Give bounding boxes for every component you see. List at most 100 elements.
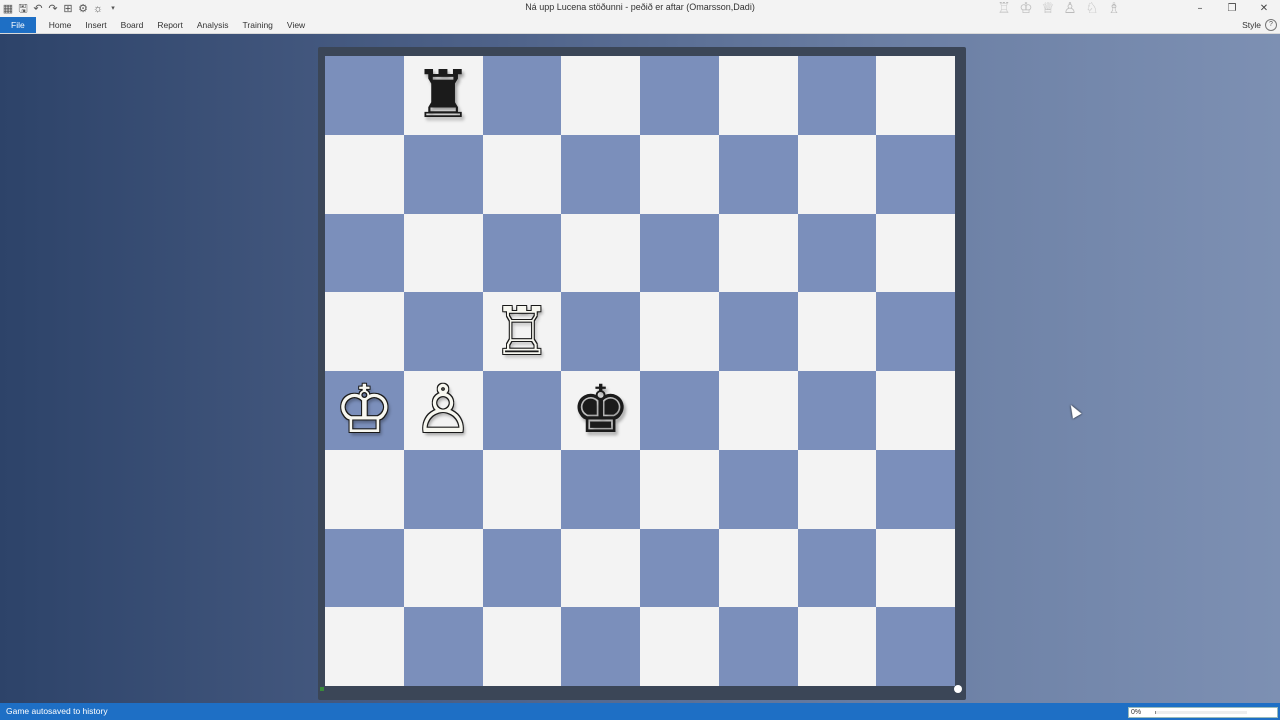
square-g7[interactable] [797,134,877,214]
tab-report[interactable]: Report [150,17,190,33]
black-king-d4[interactable]: ♚ [571,375,630,445]
square-c2[interactable] [482,528,562,608]
square-f6[interactable] [718,213,798,293]
redo-icon[interactable]: ↷ [47,3,59,15]
knight-icon[interactable]: ♘ [1084,0,1100,16]
square-d3[interactable] [561,449,640,529]
square-e3[interactable] [640,449,719,529]
square-g5[interactable] [797,292,877,371]
square-g8[interactable] [797,56,877,135]
square-c3[interactable] [482,449,562,529]
square-c4[interactable] [482,371,562,450]
square-a2[interactable] [325,528,404,608]
square-c7[interactable] [482,134,562,214]
app-icon[interactable]: ▦ [2,3,14,15]
square-b8[interactable]: ♜ [403,56,483,135]
square-h4[interactable] [876,371,955,450]
square-a7[interactable] [325,134,404,214]
king-icon[interactable]: ♔ [1018,0,1034,16]
square-c1[interactable] [482,607,562,686]
square-f8[interactable] [718,56,798,135]
square-f7[interactable] [718,134,798,214]
square-h2[interactable] [876,528,955,608]
square-a4[interactable]: ♔ [325,371,404,450]
square-e1[interactable] [640,607,719,686]
square-h1[interactable] [876,607,955,686]
dropdown-icon[interactable]: ▾ [107,3,119,15]
square-d7[interactable] [561,134,640,214]
square-e4[interactable] [640,371,719,450]
square-a3[interactable] [325,449,404,529]
save-icon[interactable]: 🖫 [17,3,29,15]
tab-insert[interactable]: Insert [78,17,113,33]
square-b4[interactable]: ♙ [403,371,483,450]
square-e2[interactable] [640,528,719,608]
undo-icon[interactable]: ↶ [32,3,44,15]
white-king-a4[interactable]: ♔ [335,375,394,445]
square-d5[interactable] [561,292,640,371]
square-h3[interactable] [876,449,955,529]
square-b3[interactable] [403,449,483,529]
white-pawn-b4[interactable]: ♙ [414,375,473,445]
square-f3[interactable] [718,449,798,529]
tab-training[interactable]: Training [236,17,280,33]
tab-view[interactable]: View [280,17,312,33]
black-rook-b8[interactable]: ♜ [414,60,473,130]
square-g2[interactable] [797,528,877,608]
square-h8[interactable] [876,56,955,135]
tab-analysis[interactable]: Analysis [190,17,236,33]
brightness-icon[interactable]: ☼ [92,3,104,15]
square-a1[interactable] [325,607,404,686]
square-a8[interactable] [325,56,404,135]
square-f5[interactable] [718,292,798,371]
square-a5[interactable] [325,292,404,371]
board-frame: ♜ ♖ ♔ ♙ ♚ [318,47,966,700]
square-h5[interactable] [876,292,955,371]
ribbon-tabs: File Home Insert Board Report Analysis T… [0,17,312,33]
bishop-icon[interactable]: ♗ [1106,0,1122,16]
square-b7[interactable] [403,134,483,214]
square-h6[interactable] [876,213,955,293]
square-c5[interactable]: ♖ [482,292,562,371]
tab-board[interactable]: Board [114,17,151,33]
square-e5[interactable] [640,292,719,371]
rook-icon[interactable]: ♖ [996,0,1012,16]
square-a6[interactable] [325,213,404,293]
square-g6[interactable] [797,213,877,293]
square-e6[interactable] [640,213,719,293]
square-d8[interactable] [561,56,640,135]
mouse-cursor [1066,402,1082,419]
minimize-button[interactable]: – [1184,0,1216,17]
square-d1[interactable] [561,607,640,686]
help-icon[interactable]: ? [1265,19,1277,31]
square-d6[interactable] [561,213,640,293]
square-e7[interactable] [640,134,719,214]
square-g1[interactable] [797,607,877,686]
close-button[interactable]: ✕ [1248,0,1280,17]
pawn-icon[interactable]: ♙ [1062,0,1078,16]
queen-icon[interactable]: ♕ [1040,0,1056,16]
square-d2[interactable] [561,528,640,608]
square-f1[interactable] [718,607,798,686]
chess-board[interactable]: ♜ ♖ ♔ ♙ ♚ [325,56,955,686]
square-b6[interactable] [403,213,483,293]
square-b2[interactable] [403,528,483,608]
square-f4[interactable] [718,371,798,450]
square-c6[interactable] [482,213,562,293]
square-e8[interactable] [640,56,719,135]
square-d4[interactable]: ♚ [561,371,640,450]
style-menu[interactable]: Style [1242,20,1261,30]
tab-file[interactable]: File [0,17,36,33]
square-f2[interactable] [718,528,798,608]
square-g4[interactable] [797,371,877,450]
settings-icon[interactable]: ⚙ [77,3,89,15]
restore-button[interactable]: ❐ [1216,0,1248,17]
square-h7[interactable] [876,134,955,214]
square-g3[interactable] [797,449,877,529]
square-b1[interactable] [403,607,483,686]
square-b5[interactable] [403,292,483,371]
grid-icon[interactable]: ⊞ [62,3,74,15]
white-rook-c5[interactable]: ♖ [492,296,551,367]
square-c8[interactable] [482,56,562,135]
tab-home[interactable]: Home [42,17,79,33]
